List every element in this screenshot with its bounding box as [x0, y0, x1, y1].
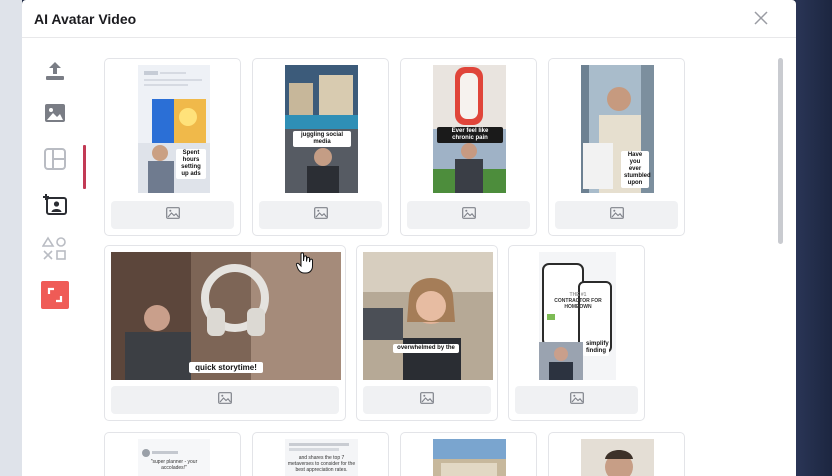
thumbnail-caption: Ever feel like chronic pain: [437, 127, 503, 143]
avatar-frame-icon[interactable]: [40, 190, 70, 220]
ai-avatar-video-modal: AI Avatar Video Spent hours setting up a…: [22, 0, 796, 476]
template-thumbnail: juggling social media: [285, 65, 358, 193]
template-thumbnail: Have you ever stumbled upon: [581, 65, 654, 193]
image-placeholder-bar: [555, 201, 678, 229]
modal-title: AI Avatar Video: [34, 10, 137, 27]
layout-icon[interactable]: [40, 144, 70, 174]
thumbnail-caption: Have you ever stumbled upon: [621, 151, 651, 188]
template-thumbnail: [581, 439, 654, 476]
image-placeholder-bar: [515, 386, 638, 414]
template-grid: Spent hours setting up ads juggling soci…: [102, 56, 782, 476]
upload-icon[interactable]: [40, 56, 70, 86]
template-card[interactable]: juggling social media: [252, 58, 389, 236]
template-card[interactable]: and shares the top 7 metaverses to consi…: [252, 432, 389, 476]
image-placeholder-bar: [259, 201, 382, 229]
thumbnail-caption: overwhelmed by the: [393, 344, 459, 353]
template-card[interactable]: Have you ever stumbled upon: [548, 58, 685, 236]
thumbnail-caption: juggling social media: [293, 131, 351, 147]
poster-line: HOMEOWN: [564, 304, 592, 310]
template-card[interactable]: [400, 432, 537, 476]
modal-header: AI Avatar Video: [22, 0, 796, 38]
close-icon[interactable]: [754, 10, 770, 27]
image-placeholder-bar: [407, 201, 530, 229]
tool-rail: [22, 38, 86, 476]
image-icon[interactable]: [40, 98, 70, 128]
image-icon: [461, 206, 476, 224]
image-icon: [165, 206, 180, 224]
shapes-icon[interactable]: [40, 234, 70, 264]
template-thumbnail: Spent hours setting up ads: [138, 65, 210, 193]
backdrop-right: [796, 0, 832, 476]
template-card[interactable]: THE #1 CONTRACTOR FOR HOMEOWN simplify f…: [508, 245, 645, 421]
grid-scrollbar[interactable]: [778, 58, 783, 244]
template-thumbnail: "super planner - your accolades!": [138, 439, 210, 476]
thumbnail-caption: Spent hours setting up ads: [176, 149, 206, 179]
image-placeholder-bar: [111, 386, 339, 414]
thumbnail-caption: and shares the top 7 metaverses to consi…: [287, 455, 356, 473]
template-thumbnail: and shares the top 7 metaverses to consi…: [285, 439, 358, 476]
template-card[interactable]: Spent hours setting up ads: [104, 58, 241, 236]
backdrop-left: [0, 0, 22, 476]
template-card[interactable]: Ever feel like chronic pain: [400, 58, 537, 236]
template-card[interactable]: "super planner - your accolades!": [104, 432, 241, 476]
image-icon: [609, 206, 624, 224]
template-card[interactable]: overwhelmed by the: [356, 245, 498, 421]
template-thumbnail: THE #1 CONTRACTOR FOR HOMEOWN simplify f…: [539, 252, 616, 380]
image-icon: [569, 391, 584, 409]
image-placeholder-bar: [111, 201, 234, 229]
image-icon: [420, 391, 434, 409]
image-icon: [313, 206, 328, 224]
template-thumbnail: overwhelmed by the: [363, 252, 493, 380]
rail-active-indicator: [83, 145, 86, 189]
image-icon: [218, 391, 232, 409]
thumbnail-caption: quick storytime!: [189, 362, 263, 373]
template-card[interactable]: [548, 432, 685, 476]
thumbnail-caption: "super planner - your accolades!": [150, 459, 198, 471]
image-placeholder-bar: [363, 386, 491, 414]
hand-cursor-icon: [295, 252, 314, 279]
template-thumbnail: [433, 439, 506, 476]
thumbnail-caption: simplify finding: [583, 340, 609, 356]
template-thumbnail: Ever feel like chronic pain: [433, 65, 506, 193]
crop-icon[interactable]: [40, 280, 70, 310]
